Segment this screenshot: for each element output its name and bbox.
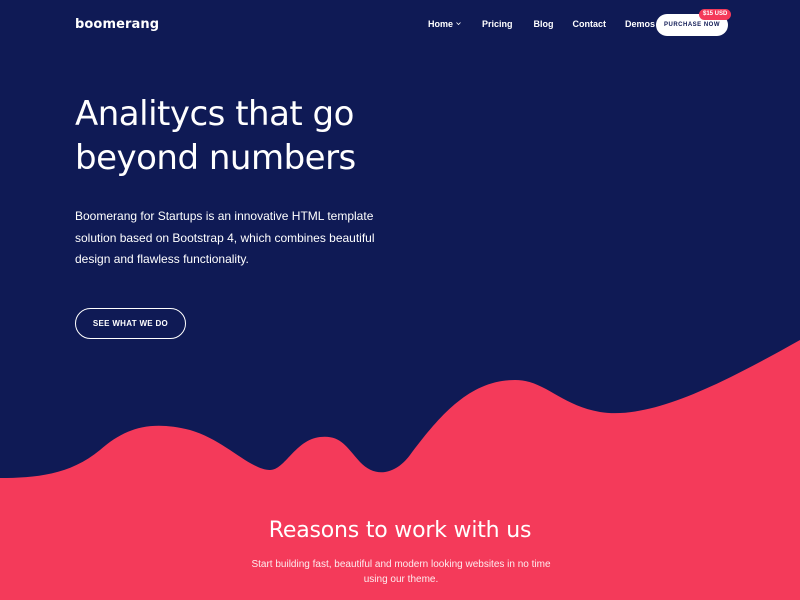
reasons-heading: Reasons to work with us	[268, 518, 532, 543]
nav-item-home[interactable]: Home	[428, 19, 461, 29]
hero-title: Analitycs that go beyond numbers	[75, 92, 415, 180]
nav-item-pricing[interactable]: Pricing	[482, 19, 513, 29]
hero-title-line-2: beyond numbers	[75, 138, 356, 178]
hero-title-line-1: Analitycs that go	[75, 94, 354, 134]
nav-item-blog[interactable]: Blog	[534, 19, 554, 29]
price-badge: $15 USD	[699, 9, 732, 20]
nav-item-demos[interactable]: Demos	[625, 19, 655, 29]
see-what-we-do-button[interactable]: SEE WHAT WE DO	[75, 308, 186, 339]
hero-wave-background	[0, 0, 800, 478]
purchase-group: PURCHASE NOW $15 USD	[656, 9, 732, 36]
nav-item-label: Home	[428, 19, 454, 29]
nav-item-contact[interactable]: Contact	[573, 19, 607, 29]
landing-page: boomerang Home Pricing Blog Contact Demo…	[0, 0, 800, 600]
reasons-description: Start building fast, beautiful and moder…	[251, 559, 551, 585]
top-navbar: boomerang Home Pricing Blog Contact Demo…	[0, 0, 800, 52]
chevron-down-icon	[456, 21, 461, 25]
brand-logo[interactable]: boomerang	[75, 17, 159, 32]
nav-links: Home Pricing Blog Contact Demos	[428, 19, 655, 29]
hero-description: Boomerang for Startups is an innovative …	[75, 209, 375, 266]
